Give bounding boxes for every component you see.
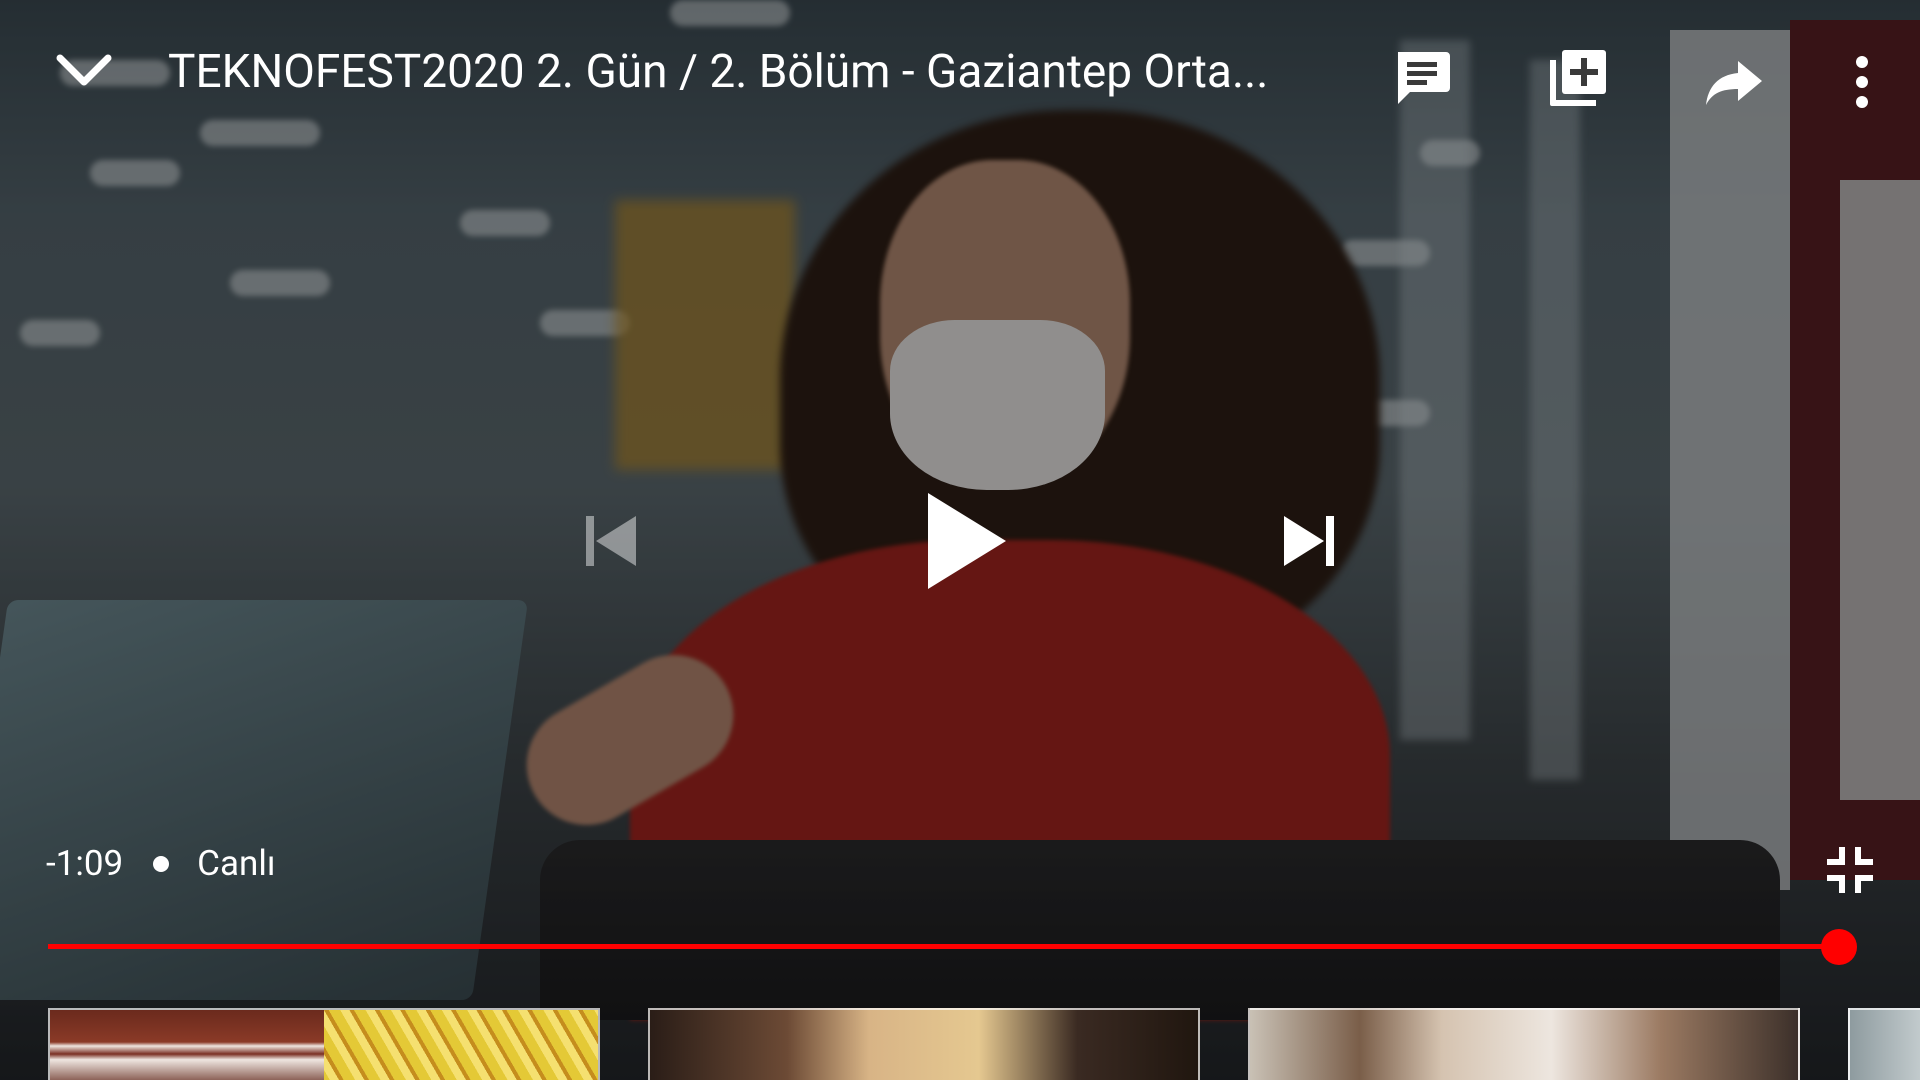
time-remaining: -1:09 bbox=[46, 843, 124, 884]
video-title: TEKNOFEST2020 2. Gün / 2. Bölüm - Gazian… bbox=[168, 45, 1269, 99]
share-button[interactable] bbox=[1698, 46, 1770, 118]
more-vert-icon bbox=[1856, 56, 1868, 108]
fullscreen-exit-icon bbox=[1827, 847, 1873, 893]
chevron-down-icon bbox=[56, 54, 112, 86]
top-bar: TEKNOFEST2020 2. Gün / 2. Bölüm - Gazian… bbox=[0, 0, 1920, 150]
thumbnail-image bbox=[50, 1010, 324, 1080]
more-options-button[interactable] bbox=[1840, 46, 1884, 118]
live-dot bbox=[153, 856, 170, 872]
add-to-playlist-icon bbox=[1550, 50, 1606, 106]
live-chat-button[interactable] bbox=[1386, 42, 1458, 114]
suggestion-thumbnail[interactable] bbox=[648, 1008, 1200, 1080]
progress-fill bbox=[48, 944, 1840, 949]
add-to-playlist-button[interactable] bbox=[1542, 42, 1614, 114]
minimize-button[interactable] bbox=[48, 42, 120, 98]
next-button[interactable] bbox=[1274, 506, 1344, 576]
time-display: -1:09 Canlı bbox=[46, 842, 276, 886]
skip-next-icon bbox=[1284, 516, 1334, 566]
play-icon bbox=[928, 493, 1006, 589]
skip-previous-icon bbox=[586, 516, 636, 566]
live-badge[interactable]: Canlı bbox=[197, 842, 275, 886]
suggestion-thumbnail[interactable] bbox=[1848, 1008, 1920, 1080]
video-player[interactable]: TEKNOFEST2020 2. Gün / 2. Bölüm - Gazian… bbox=[0, 0, 1920, 1080]
exit-fullscreen-button[interactable] bbox=[1820, 840, 1880, 900]
live-chat-icon bbox=[1398, 52, 1450, 104]
share-icon bbox=[1706, 61, 1762, 105]
suggestion-thumbnail[interactable] bbox=[48, 1008, 600, 1080]
suggestion-thumbnail[interactable] bbox=[1248, 1008, 1800, 1080]
thumbnail-image bbox=[324, 1010, 598, 1080]
progress-bar[interactable] bbox=[48, 929, 1858, 965]
play-button[interactable] bbox=[916, 486, 1016, 596]
previous-button[interactable] bbox=[576, 506, 646, 576]
